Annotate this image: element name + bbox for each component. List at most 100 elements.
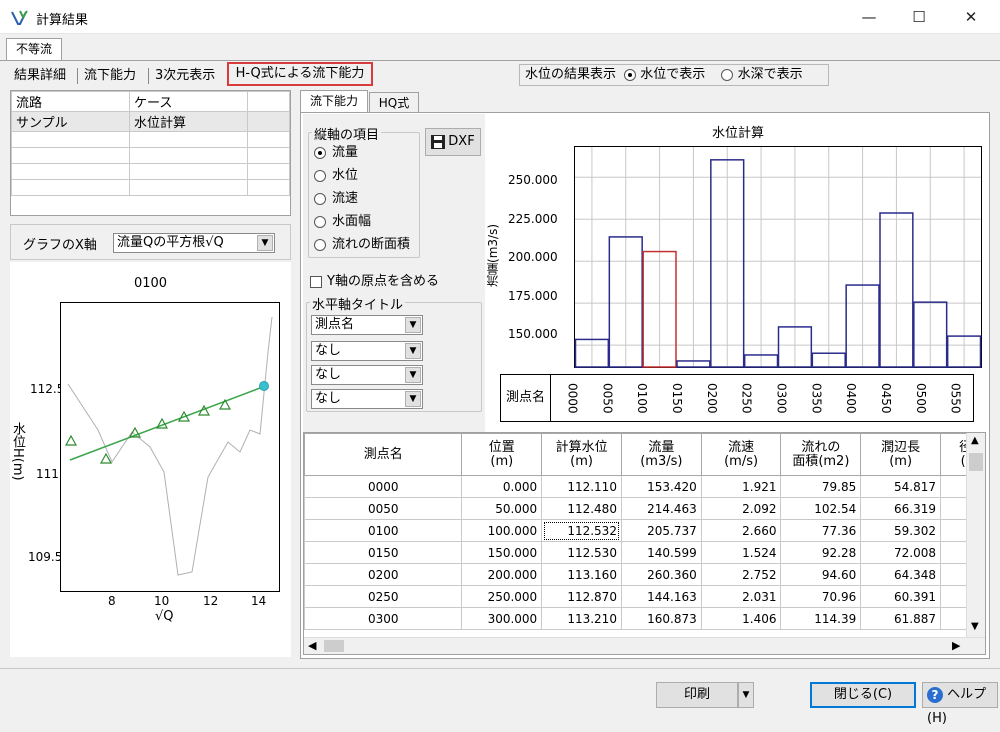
table-cell[interactable]: 59.302 [860, 519, 942, 542]
table-cell[interactable]: 0000 [304, 475, 463, 498]
table-cell[interactable]: 112.870 [541, 585, 622, 608]
radio-width-label[interactable]: 水面幅 [332, 214, 371, 229]
haxis-select-1[interactable]: 測点名 ▼ [311, 315, 423, 335]
table-cell[interactable]: 112.110 [541, 475, 622, 498]
table-row[interactable]: 0300 300.000 113.210 160.873 1.406 114.39 61.8… [304, 607, 985, 630]
maximize-button[interactable]: ☐ [896, 0, 942, 34]
table-cell[interactable]: 160.873 [620, 607, 702, 630]
origin-checkbox-box[interactable] [310, 275, 322, 288]
col-header-area[interactable]: 流れの 面積(m2) [780, 433, 862, 476]
haxis-select-4[interactable]: なし ▼ [311, 389, 423, 409]
minimize-button[interactable]: — [846, 0, 892, 34]
chevron-down-icon[interactable]: ▼ [405, 391, 421, 407]
table-cell[interactable]: 214.463 [620, 497, 702, 520]
table-cell[interactable]: 64.348 [860, 563, 942, 586]
table-cell[interactable]: 1.524 [700, 541, 782, 564]
radio-velocity[interactable]: 流速 [314, 189, 410, 209]
table-cell[interactable]: 79.85 [780, 475, 862, 498]
radio-level[interactable]: 水位 [314, 166, 410, 186]
table-cell[interactable]: 50.000 [461, 497, 543, 520]
table-row[interactable]: 0150 150.000 112.530 140.599 1.524 92.28 72.00… [304, 541, 985, 564]
table-cell[interactable]: 92.28 [780, 541, 862, 564]
radio-water-depth[interactable] [721, 68, 734, 81]
table-row[interactable]: 0200 200.000 113.160 260.360 2.752 94.60 64.34… [304, 563, 985, 586]
tab-hq-flow-capacity[interactable]: H-Q式による流下能力 [227, 62, 373, 86]
chevron-down-icon[interactable]: ▼ [405, 343, 421, 359]
radio-level-dot[interactable] [314, 169, 326, 182]
col-header-calc-level[interactable]: 計算水位 (m) [541, 433, 622, 476]
tab-result-detail[interactable]: 結果詳細 [14, 66, 66, 86]
table-cell[interactable]: 2.752 [700, 563, 782, 586]
haxis-select-3[interactable]: なし ▼ [311, 365, 423, 385]
scroll-thumb-h[interactable] [324, 640, 344, 652]
col-header-flow[interactable]: 流量 (m3/s) [620, 433, 702, 476]
scroll-right-icon[interactable]: ▶ [952, 639, 960, 652]
radio-water-level[interactable] [624, 68, 637, 81]
table-cell[interactable]: 70.96 [780, 585, 862, 608]
scroll-down-icon[interactable]: ▼ [971, 621, 979, 632]
radio-level-label[interactable]: 水位 [332, 168, 358, 183]
scroll-thumb[interactable] [969, 453, 983, 471]
radio-water-level-label[interactable]: 水位で表示 [640, 67, 705, 82]
col-header-station[interactable]: 測点名 [304, 433, 463, 476]
tab-flow-capacity[interactable]: 流下能力 [84, 66, 136, 86]
table-cell[interactable]: 112.532 [541, 519, 622, 542]
col-header-velocity[interactable]: 流速 (m/s) [700, 433, 782, 476]
table-cell[interactable]: 54.817 [860, 475, 942, 498]
table-cell[interactable]: 144.163 [620, 585, 702, 608]
radio-flow[interactable]: 流量 [314, 143, 410, 163]
close-window-button[interactable]: ✕ [948, 0, 994, 34]
chevron-down-icon[interactable]: ▼ [257, 235, 273, 251]
print-button[interactable]: 印刷 [656, 682, 738, 708]
origin-checkbox[interactable]: Y軸の原点を含める [310, 270, 439, 289]
table-cell[interactable]: 260.360 [620, 563, 702, 586]
scroll-left-icon[interactable]: ◀ [308, 639, 316, 652]
table-cell[interactable]: 66.319 [860, 497, 942, 520]
table-cell[interactable]: 2.031 [700, 585, 782, 608]
table-cell[interactable]: 205.737 [620, 519, 702, 542]
table-cell[interactable]: 0.000 [461, 475, 543, 498]
radio-flow-dot[interactable] [314, 146, 326, 159]
route-cell-stream[interactable]: サンプル [11, 111, 130, 132]
table-cell[interactable]: 200.000 [461, 563, 543, 586]
route-cell-case[interactable]: 水位計算 [129, 111, 248, 132]
radio-water-depth-label[interactable]: 水深で表示 [738, 67, 803, 82]
chevron-down-icon[interactable]: ▼ [405, 317, 421, 333]
table-cell[interactable]: 0100 [304, 519, 463, 542]
haxis-select-2[interactable]: なし ▼ [311, 341, 423, 361]
table-cell[interactable]: 0150 [304, 541, 463, 564]
table-cell[interactable]: 113.160 [541, 563, 622, 586]
route-row[interactable]: サンプル 水位計算 [11, 111, 290, 132]
radio-velocity-dot[interactable] [314, 192, 326, 205]
radio-area-label[interactable]: 流れの断面積 [332, 237, 410, 252]
table-row[interactable]: 00000.000112.110153.4201.92179.8554.8171… [304, 475, 985, 498]
table-cell[interactable]: 72.008 [860, 541, 942, 564]
table-cell[interactable]: 114.39 [780, 607, 862, 630]
table-cell[interactable]: 140.599 [620, 541, 702, 564]
table-row[interactable]: 0250 250.000 112.870 144.163 2.031 70.96 60.39… [304, 585, 985, 608]
table-row[interactable]: 0100 100.000 112.532 205.737 2.660 77.36 59.30… [304, 519, 985, 542]
table-cell[interactable]: 153.420 [620, 475, 702, 498]
dxf-button[interactable]: DXF [425, 128, 481, 156]
table-cell[interactable]: 0200 [304, 563, 463, 586]
radio-width[interactable]: 水面幅 [314, 212, 410, 232]
col-header-position[interactable]: 位置 (m) [461, 433, 543, 476]
table-cell[interactable]: 113.210 [541, 607, 622, 630]
vertical-scrollbar[interactable]: ▲ ▼ [966, 433, 985, 638]
table-cell[interactable]: 77.36 [780, 519, 862, 542]
tab-inner-flow-capacity[interactable]: 流下能力 [300, 90, 368, 112]
radio-width-dot[interactable] [314, 215, 326, 228]
table-cell[interactable]: 0250 [304, 585, 463, 608]
table-cell[interactable]: 2.660 [700, 519, 782, 542]
table-cell[interactable]: 102.54 [780, 497, 862, 520]
table-cell[interactable]: 150.000 [461, 541, 543, 564]
tab-3d-view[interactable]: 3次元表示 [155, 66, 215, 86]
chevron-down-icon[interactable]: ▼ [405, 367, 421, 383]
table-cell[interactable]: 1.406 [700, 607, 782, 630]
horizontal-scrollbar[interactable]: ◀ ▶ [304, 637, 985, 654]
radio-area-dot[interactable] [314, 238, 326, 251]
radio-flow-label[interactable]: 流量 [332, 145, 358, 160]
table-cell[interactable]: 94.60 [780, 563, 862, 586]
origin-checkbox-label[interactable]: Y軸の原点を含める [327, 274, 439, 289]
xaxis-select[interactable]: 流量Qの平方根√Q ▼ [113, 233, 275, 253]
